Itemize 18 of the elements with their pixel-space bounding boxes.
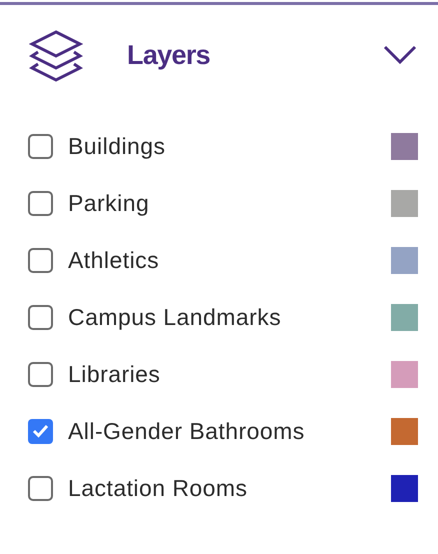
checkbox[interactable] xyxy=(28,248,53,272)
layer-label[interactable]: All-Gender Bathrooms xyxy=(68,414,305,448)
layer-label[interactable]: Buildings xyxy=(68,128,166,164)
checkbox[interactable] xyxy=(28,134,53,158)
checkbox[interactable] xyxy=(28,304,53,330)
checkbox[interactable] xyxy=(28,190,53,216)
checkbox[interactable] xyxy=(28,362,53,386)
layer-label[interactable]: Lactation Rooms xyxy=(68,470,248,506)
panel-title: Layers xyxy=(127,38,210,72)
layer-label[interactable]: Parking xyxy=(68,186,150,220)
layers-icon xyxy=(29,28,83,82)
chevron-down-icon[interactable] xyxy=(383,45,417,65)
checkbox[interactable] xyxy=(28,476,53,500)
layer-label[interactable]: Libraries xyxy=(68,356,160,392)
layer-label[interactable]: Athletics xyxy=(68,242,160,278)
checkbox[interactable] xyxy=(28,418,53,444)
layer-label[interactable]: Campus Landmarks xyxy=(68,300,282,334)
checkmark-icon xyxy=(32,424,49,438)
